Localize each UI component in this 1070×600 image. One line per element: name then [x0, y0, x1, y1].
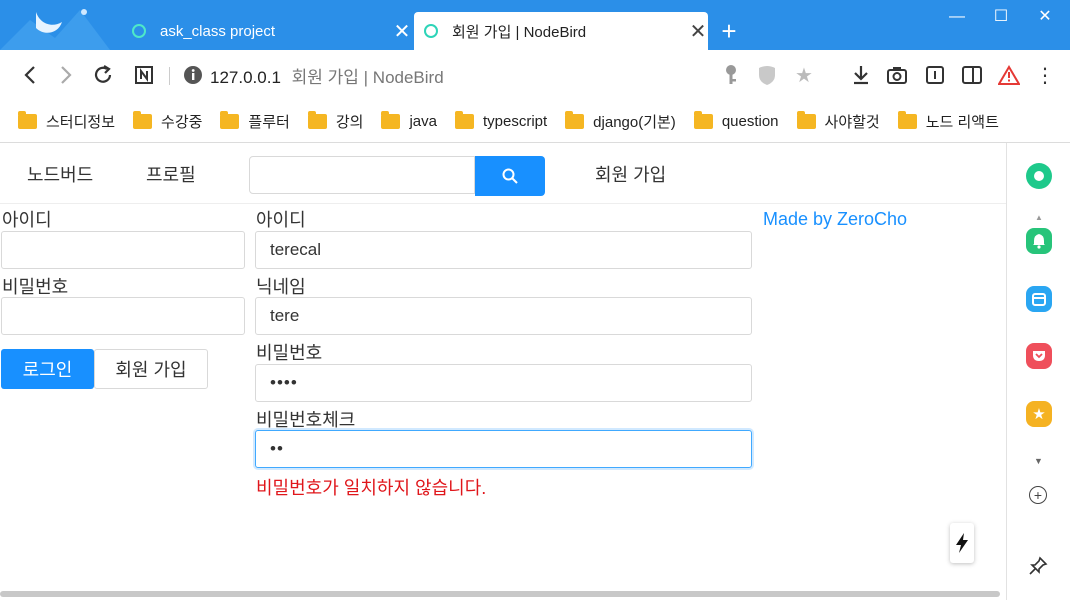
bookmark-folder[interactable]: django(기본): [565, 110, 676, 132]
folder-icon: [897, 110, 917, 129]
nav-link-home[interactable]: 노드버드: [27, 161, 93, 187]
login-signup-button[interactable]: 회원 가입: [94, 349, 208, 389]
url-host: 127.0.0.1: [210, 68, 281, 87]
folder-icon: [381, 110, 401, 129]
browser-titlebar: ask_class project ✕ 회원 가입 | NodeBird ✕ +…: [0, 0, 1070, 50]
address-bar[interactable]: 127.0.0.1 회원 가입 | NodeBird: [210, 63, 444, 88]
screenshot-icon[interactable]: [884, 62, 910, 88]
signup-id-label: 아이디: [256, 210, 306, 230]
folder-icon: [693, 110, 713, 129]
browser-side-panel: ▲ ★ ▼ +: [1006, 143, 1070, 600]
made-by-link[interactable]: Made by ZeroCho: [763, 209, 907, 230]
folder-icon: [565, 110, 585, 129]
top-menu: 노드버드 프로필 회원 가입: [0, 143, 1006, 204]
shield-icon[interactable]: [754, 62, 780, 88]
window-close-icon[interactable]: ✕: [1022, 0, 1068, 36]
signup-password-input[interactable]: ••••: [255, 364, 752, 402]
url-page-title: 회원 가입 | NodeBird: [291, 68, 444, 87]
page-content: 노드버드 프로필 회원 가입 아이디 비밀번호 로그인 회원 가입 아이디 te…: [0, 143, 1006, 600]
folder-icon: [220, 110, 240, 129]
bookmark-folder[interactable]: 강의: [307, 110, 363, 132]
login-button[interactable]: 로그인: [1, 349, 94, 389]
notification-icon[interactable]: [1026, 228, 1052, 254]
folder-icon: [454, 110, 474, 129]
signup-nickname-input[interactable]: tere: [255, 297, 752, 335]
browser-logo-icon: [0, 9, 110, 50]
scroll-up-icon[interactable]: ▲: [1035, 213, 1043, 222]
bookmark-folder[interactable]: 수강중: [133, 110, 202, 132]
bookmark-folder[interactable]: 플루터: [220, 110, 290, 132]
lightning-icon: [956, 533, 968, 553]
whale-space-icon[interactable]: [1026, 163, 1052, 189]
login-password-input[interactable]: [1, 297, 245, 335]
password-mismatch-error: 비밀번호가 일치하지 않습니다.: [256, 478, 487, 498]
close-tab-icon[interactable]: ✕: [392, 19, 412, 44]
calendar-icon[interactable]: [1026, 286, 1052, 312]
bookmark-star-icon[interactable]: ★: [791, 62, 817, 88]
login-password-label: 비밀번호: [2, 277, 69, 297]
folder-icon: [133, 110, 153, 129]
download-icon[interactable]: [848, 62, 874, 88]
minimize-icon[interactable]: —: [934, 0, 980, 36]
tab-favicon-icon: [132, 24, 146, 38]
reload-icon[interactable]: [90, 62, 116, 88]
bookmark-folder[interactable]: 노드 리액트: [897, 110, 999, 132]
folder-icon: [796, 110, 816, 129]
browser-toolbar: 127.0.0.1 회원 가입 | NodeBird ★ ⋮: [0, 50, 1070, 101]
search-input[interactable]: [249, 156, 475, 194]
login-id-label: 아이디: [2, 210, 52, 230]
signup-password-check-label: 비밀번호체크: [256, 410, 356, 430]
nav-link-signup[interactable]: 회원 가입: [595, 161, 666, 187]
folder-icon: [18, 110, 37, 129]
pin-icon[interactable]: [1028, 556, 1048, 581]
search-button[interactable]: [475, 156, 545, 196]
menu-icon[interactable]: ⋮: [1032, 62, 1058, 88]
login-id-input[interactable]: [1, 231, 245, 269]
bookmark-folder[interactable]: 사야할것: [796, 110, 880, 132]
pocket-icon[interactable]: [1026, 343, 1052, 369]
quick-action-button[interactable]: [950, 523, 974, 563]
bookmark-folder[interactable]: question: [693, 110, 779, 130]
add-panel-icon[interactable]: +: [1029, 486, 1047, 504]
reader-icon[interactable]: [922, 62, 948, 88]
horizontal-scrollbar[interactable]: [0, 591, 1000, 597]
bookmark-folder[interactable]: 스터디정보: [18, 110, 115, 132]
maximize-icon[interactable]: ☐: [978, 0, 1024, 36]
signup-nickname-label: 닉네임: [256, 277, 306, 297]
favorites-icon[interactable]: ★: [1026, 401, 1052, 427]
bookmarks-bar: 스터디정보 수강중 플루터 강의 java typescript django(…: [0, 100, 1070, 143]
warning-icon[interactable]: [996, 62, 1022, 88]
forward-icon[interactable]: [53, 62, 79, 88]
back-icon[interactable]: [17, 62, 43, 88]
bookmark-folder[interactable]: java: [381, 110, 437, 130]
toolbar-divider: [169, 67, 170, 85]
close-tab-icon[interactable]: ✕: [688, 19, 708, 44]
search-icon: [502, 168, 518, 184]
sidebar-toggle-icon[interactable]: [959, 62, 985, 88]
tab-title: 회원 가입 | NodeBird: [452, 23, 587, 41]
tab-title: ask_class project: [160, 22, 276, 40]
folder-icon: [307, 110, 327, 129]
signup-password-check-input[interactable]: ••: [255, 430, 752, 468]
site-info-icon[interactable]: [180, 62, 206, 88]
new-tab-button[interactable]: +: [716, 16, 742, 46]
tab-ask-class[interactable]: ask_class project ✕: [122, 12, 412, 50]
tab-favicon-icon: [424, 24, 438, 38]
signup-id-input[interactable]: terecal: [255, 231, 752, 269]
key-icon[interactable]: [718, 62, 744, 88]
tab-nodebird-signup[interactable]: 회원 가입 | NodeBird ✕: [414, 12, 708, 50]
bookmark-folder[interactable]: typescript: [454, 110, 547, 130]
signup-password-label: 비밀번호: [256, 343, 323, 363]
notion-icon[interactable]: [131, 62, 157, 88]
nav-link-profile[interactable]: 프로필: [146, 161, 196, 187]
scroll-down-icon[interactable]: ▼: [1034, 456, 1043, 466]
